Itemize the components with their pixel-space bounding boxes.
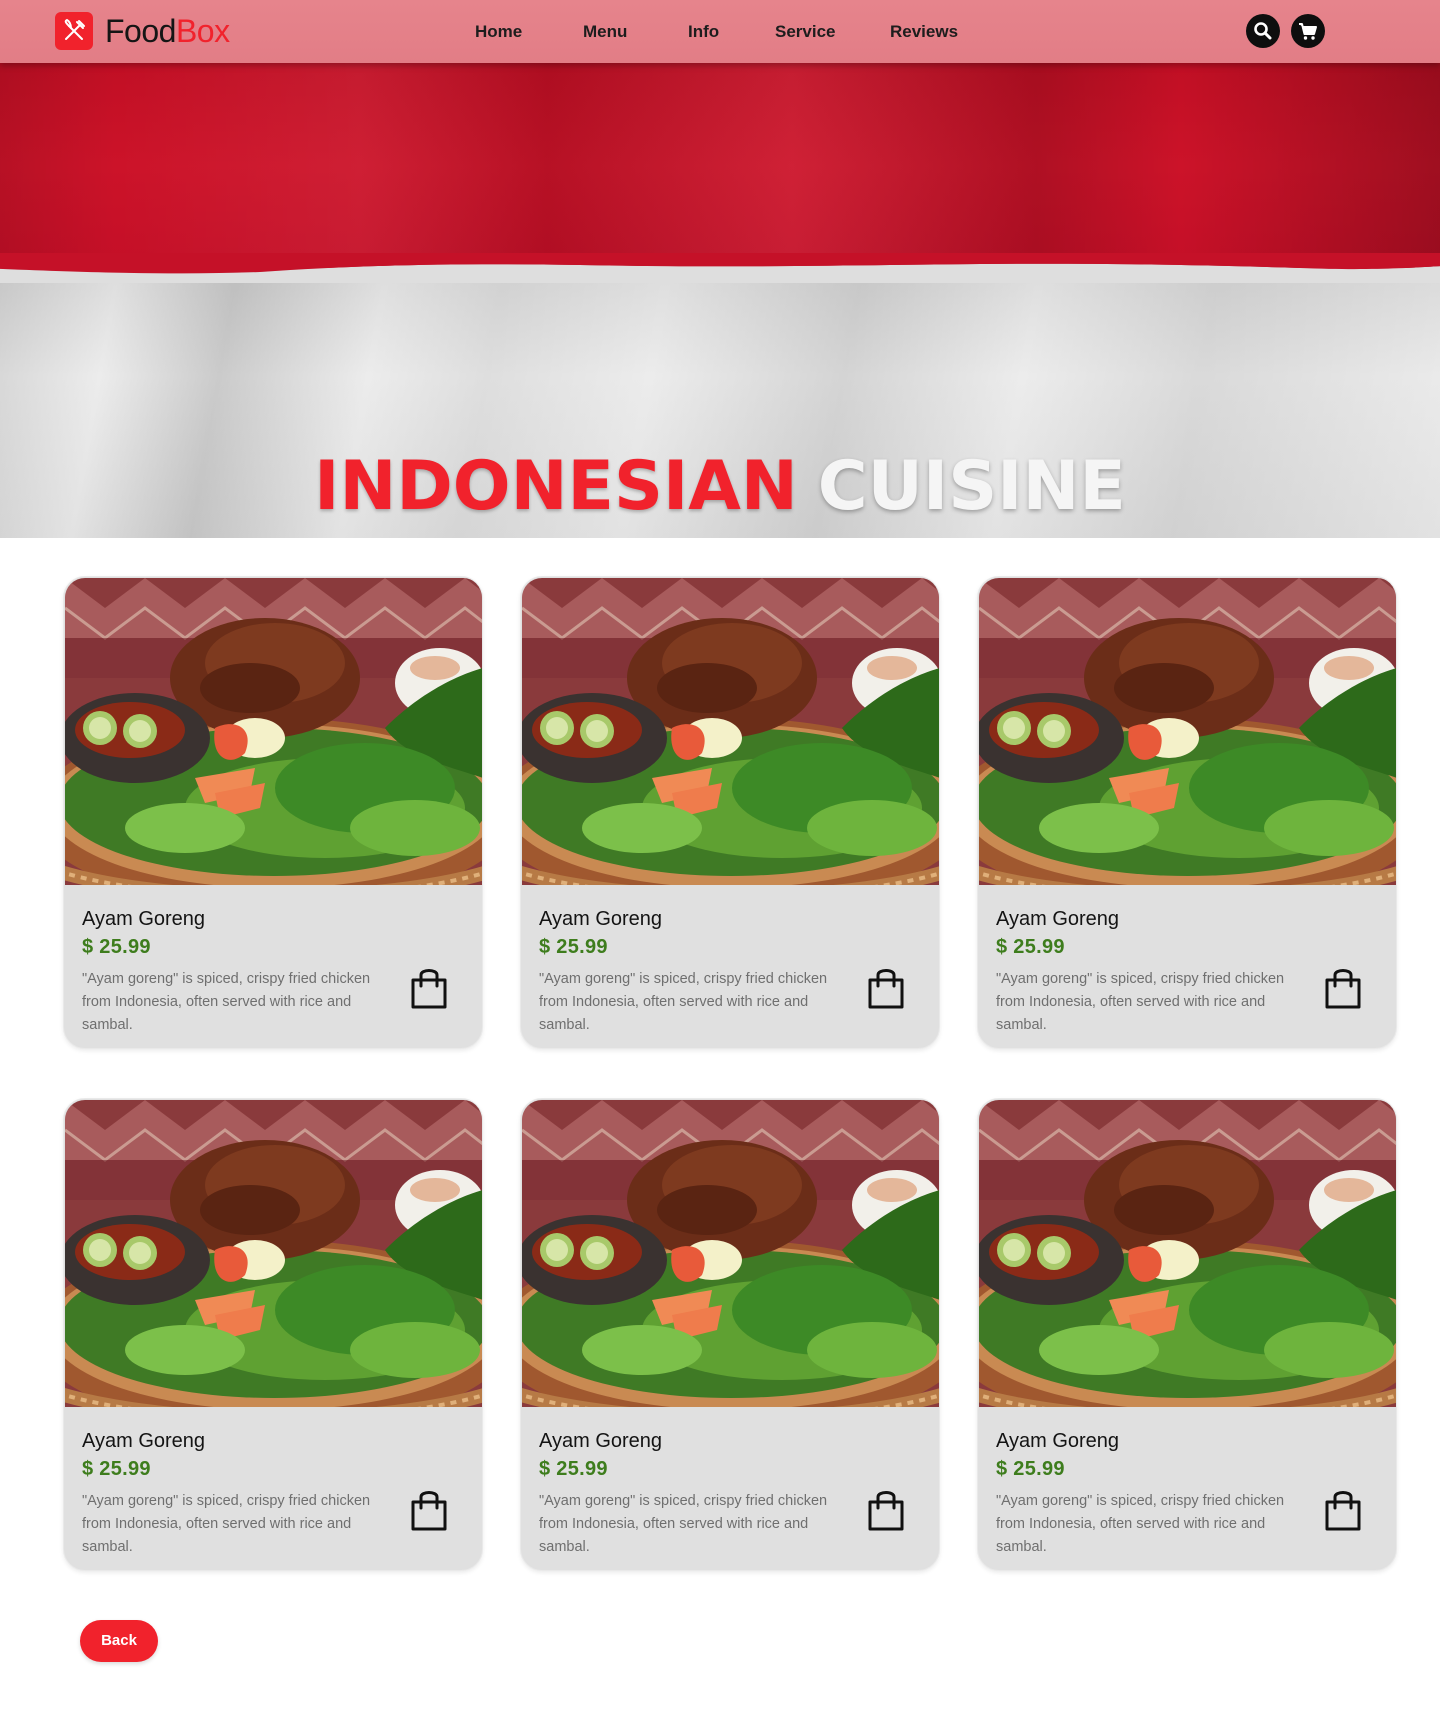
flag-wave <box>0 253 1440 283</box>
nav-info[interactable]: Info <box>688 22 719 42</box>
product-name: Ayam Goreng <box>82 1430 206 1452</box>
brand-name-part2: Box <box>175 13 230 49</box>
product-image <box>65 1100 482 1407</box>
shopping-bag-icon <box>867 1487 905 1538</box>
shopping-bag-icon <box>1324 965 1362 1016</box>
brand-logo[interactable]: FoodBox <box>55 12 230 50</box>
search-icon <box>1253 21 1273 41</box>
search-button[interactable] <box>1246 14 1280 48</box>
product-price: $ 25.99 <box>539 936 608 958</box>
shopping-bag-icon <box>410 1487 448 1538</box>
cart-icon <box>1297 20 1319 42</box>
product-description: "Ayam goreng" is spiced, crispy fried ch… <box>539 971 828 1033</box>
product-image <box>65 578 482 885</box>
hero-banner: INDONESIAN CUISINE <box>0 63 1440 538</box>
add-to-cart-button[interactable] <box>1324 965 1362 1011</box>
hero-title-part2: CUISINE <box>817 447 1126 526</box>
product-image <box>522 578 939 885</box>
product-name: Ayam Goreng <box>996 1430 1120 1452</box>
product-price: $ 25.99 <box>539 1458 608 1480</box>
add-to-cart-button[interactable] <box>867 1487 905 1533</box>
product-description: "Ayam goreng" is spiced, crispy fried ch… <box>996 971 1285 1033</box>
product-card[interactable]: Ayam Goreng $ 25.99 "Ayam goreng" is spi… <box>520 576 940 1049</box>
add-to-cart-button[interactable] <box>410 1487 448 1533</box>
product-price: $ 25.99 <box>996 1458 1065 1480</box>
product-image <box>979 578 1396 885</box>
product-card[interactable]: Ayam Goreng $ 25.99 "Ayam goreng" is spi… <box>977 1098 1397 1571</box>
back-button[interactable]: Back <box>80 1620 158 1662</box>
nav-reviews[interactable]: Reviews <box>890 22 958 42</box>
product-card[interactable]: Ayam Goreng $ 25.99 "Ayam goreng" is spi… <box>977 576 1397 1049</box>
product-card[interactable]: Ayam Goreng $ 25.99 "Ayam goreng" is spi… <box>63 1098 483 1571</box>
product-description: "Ayam goreng" is spiced, crispy fried ch… <box>996 1493 1285 1555</box>
add-to-cart-button[interactable] <box>867 965 905 1011</box>
product-card[interactable]: Ayam Goreng $ 25.99 "Ayam goreng" is spi… <box>520 1098 940 1571</box>
product-name: Ayam Goreng <box>539 908 663 930</box>
fork-knife-icon <box>55 12 93 50</box>
hero-title-part1: INDONESIAN <box>314 447 798 526</box>
nav-menu[interactable]: Menu <box>583 22 627 42</box>
product-price: $ 25.99 <box>996 936 1065 958</box>
add-to-cart-button[interactable] <box>1324 1487 1362 1533</box>
product-image <box>522 1100 939 1407</box>
product-card[interactable]: Ayam Goreng $ 25.99 "Ayam goreng" is spi… <box>63 576 483 1049</box>
flag-red-stripe <box>0 63 1440 268</box>
shopping-bag-icon <box>1324 1487 1362 1538</box>
cart-button[interactable] <box>1291 14 1325 48</box>
product-name: Ayam Goreng <box>996 908 1120 930</box>
product-name: Ayam Goreng <box>539 1430 663 1452</box>
navbar: FoodBox Home Menu Info Service Reviews <box>0 0 1440 63</box>
shopping-bag-icon <box>410 965 448 1016</box>
brand-name: FoodBox <box>105 12 230 50</box>
add-to-cart-button[interactable] <box>410 965 448 1011</box>
product-description: "Ayam goreng" is spiced, crispy fried ch… <box>82 1493 371 1555</box>
brand-name-part1: Food <box>105 13 176 49</box>
nav-service[interactable]: Service <box>775 22 836 42</box>
hero-title: INDONESIAN CUISINE <box>0 447 1440 527</box>
product-description: "Ayam goreng" is spiced, crispy fried ch… <box>539 1493 828 1555</box>
product-description: "Ayam goreng" is spiced, crispy fried ch… <box>82 971 371 1033</box>
shopping-bag-icon <box>867 965 905 1016</box>
product-price: $ 25.99 <box>82 1458 151 1480</box>
product-image <box>979 1100 1396 1407</box>
product-name: Ayam Goreng <box>82 908 206 930</box>
nav-home[interactable]: Home <box>475 22 522 42</box>
product-price: $ 25.99 <box>82 936 151 958</box>
